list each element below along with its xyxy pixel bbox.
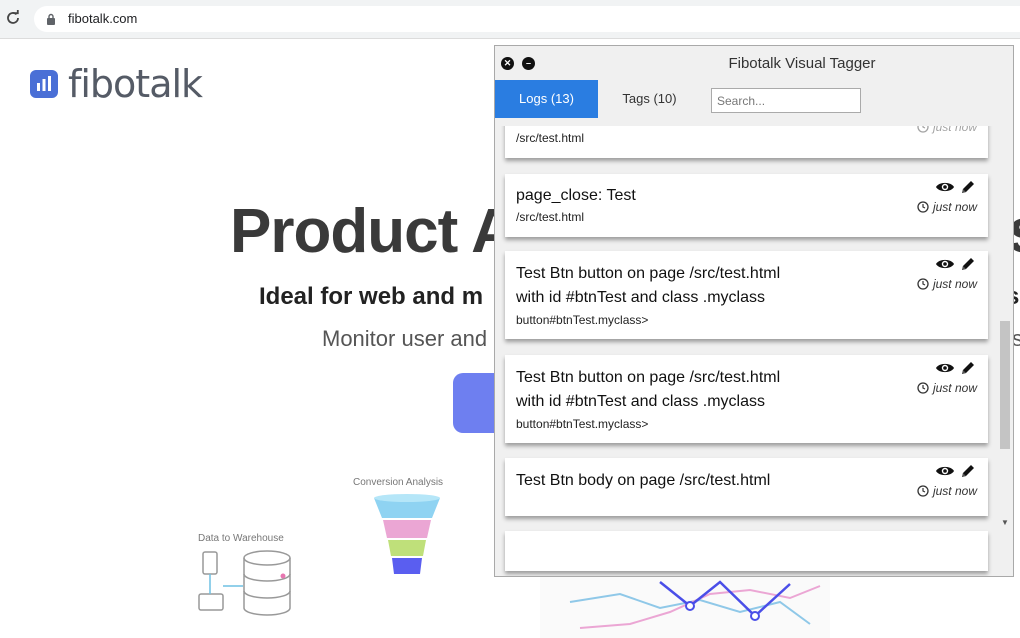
log-card[interactable]: page_close: Test /src/test.html just now xyxy=(505,174,988,237)
lock-icon xyxy=(47,13,55,25)
logo-chart-icon xyxy=(30,70,58,98)
panel-title: Fibotalk Visual Tagger xyxy=(728,55,876,72)
log-title: page_close: Test xyxy=(516,187,636,204)
log-time: just now xyxy=(916,379,977,397)
hero-title: Product A xyxy=(230,197,516,266)
eye-icon[interactable] xyxy=(935,257,955,271)
log-card[interactable]: Test Btn body on page /src/test.html jus… xyxy=(505,458,988,516)
log-time: just now xyxy=(916,198,977,216)
pencil-icon[interactable] xyxy=(960,179,976,195)
log-card[interactable]: Test Btn button on page /src/test.html wi… xyxy=(505,355,988,443)
browser-toolbar: fibotalk.com xyxy=(0,0,1020,39)
address-bar[interactable]: fibotalk.com xyxy=(34,6,1020,32)
tab-logs[interactable]: Logs (13) xyxy=(495,80,598,118)
pencil-icon[interactable] xyxy=(960,360,976,376)
log-title: Test Btn button on page /src/test.html wi… xyxy=(516,369,781,410)
pencil-icon[interactable] xyxy=(960,256,976,272)
hero-subtitle: Ideal for web and m xyxy=(259,283,484,310)
eye-icon[interactable] xyxy=(935,361,955,375)
log-scrollbar[interactable]: ▼ xyxy=(997,126,1011,534)
warehouse-illustration xyxy=(198,550,291,616)
tab-tags[interactable]: Tags (10) xyxy=(598,80,701,118)
eye-icon[interactable] xyxy=(935,180,955,194)
logo-text: fibotalk xyxy=(68,62,203,106)
pencil-icon[interactable] xyxy=(960,463,976,479)
log-path: /src/test.html xyxy=(516,131,585,145)
log-list[interactable]: /src/test.html just now page_close: Test… xyxy=(501,126,1001,576)
log-card-partial[interactable] xyxy=(505,531,988,571)
log-time: just now xyxy=(916,126,977,136)
clock-icon xyxy=(916,382,929,394)
line-chart-illustration xyxy=(540,572,830,638)
conversion-analysis-label: Conversion Analysis xyxy=(353,477,444,488)
scroll-thumb[interactable] xyxy=(1000,321,1010,449)
clock-icon xyxy=(916,201,929,213)
search-input[interactable] xyxy=(711,88,861,113)
funnel-illustration xyxy=(374,494,440,574)
visual-tagger-panel: ✕ – Fibotalk Visual Tagger Logs (13) Tag… xyxy=(494,45,1014,577)
log-path: button#btnTest.myclass> xyxy=(516,417,649,431)
clock-icon xyxy=(916,485,929,497)
log-path: /src/test.html xyxy=(516,210,585,224)
log-card-partial[interactable]: /src/test.html just now xyxy=(505,126,988,158)
reload-icon[interactable] xyxy=(5,10,21,26)
log-title: Test Btn button on page /src/test.html wi… xyxy=(516,265,781,306)
data-warehouse-label: Data to Warehouse xyxy=(198,533,284,544)
panel-titlebar[interactable]: ✕ – Fibotalk Visual Tagger xyxy=(495,46,1013,80)
eye-icon[interactable] xyxy=(935,464,955,478)
log-path: button#btnTest.myclass> xyxy=(516,313,649,327)
log-time: just now xyxy=(916,482,977,500)
log-time: just now xyxy=(916,275,977,293)
log-title: Test Btn body on page /src/test.html xyxy=(516,472,771,489)
clock-icon xyxy=(916,126,929,133)
hero-description: Monitor user and xyxy=(322,326,488,351)
log-card[interactable]: Test Btn button on page /src/test.html wi… xyxy=(505,251,988,339)
clock-icon xyxy=(916,278,929,290)
scroll-down-arrow-icon[interactable]: ▼ xyxy=(1001,518,1009,527)
url-text: fibotalk.com xyxy=(68,11,138,26)
